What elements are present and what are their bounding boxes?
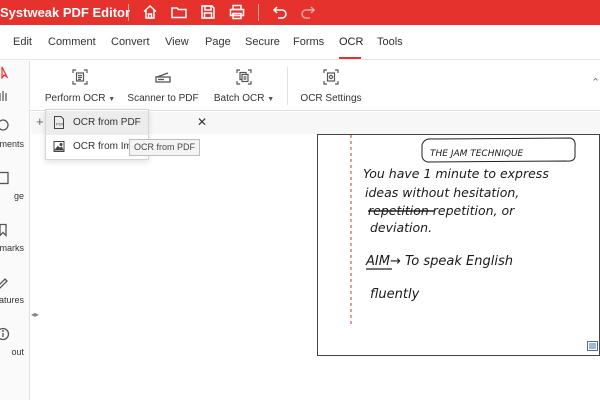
- hand-icon: [0, 89, 10, 103]
- menu-tools[interactable]: Tools: [377, 36, 403, 48]
- active-menu-indicator: [339, 57, 361, 59]
- title-separator: [128, 4, 129, 21]
- scanner-to-pdf-button[interactable]: Scanner to PDF: [124, 61, 202, 111]
- menu-secure[interactable]: Secure: [245, 36, 280, 48]
- redo-icon[interactable]: [299, 3, 317, 21]
- sidebar-item-label: ments: [0, 139, 24, 149]
- folder-icon[interactable]: [170, 3, 188, 21]
- sidebar-item-label: atures: [0, 295, 24, 305]
- app-title: Systweak PDF Editor: [0, 5, 131, 20]
- handwritten-page: THE JAM TECHNIQUE You have 1 minute to e…: [350, 135, 576, 325]
- perform-ocr-icon: [71, 68, 89, 86]
- title-separator: [258, 4, 259, 21]
- add-tab-icon[interactable]: +: [36, 114, 44, 129]
- sidebar-item-comments[interactable]: ments: [0, 117, 29, 153]
- home-icon[interactable]: [141, 3, 159, 21]
- scanner-icon: [154, 68, 172, 86]
- chevron-down-icon: ▼: [108, 96, 116, 103]
- document-page: THE JAM TECHNIQUE You have 1 minute to e…: [317, 134, 600, 356]
- title-bar: Systweak PDF Editor: [0, 0, 600, 25]
- print-icon[interactable]: [228, 3, 246, 21]
- sidebar-item-signatures[interactable]: atures: [0, 273, 29, 309]
- ocr-from-image-label: OCR from Im: [73, 141, 132, 152]
- chevron-down-icon: ▼: [267, 96, 275, 103]
- scanner-to-pdf-label: Scanner to PDF: [127, 93, 199, 104]
- image-file-icon: [53, 140, 65, 153]
- sidebar-item-about[interactable]: out: [0, 325, 29, 361]
- ocr-ribbon: Perform OCR ▼ Scanner to PDF Batch OCR ▼…: [0, 61, 600, 111]
- signature-icon: [0, 275, 10, 289]
- save-icon[interactable]: [199, 3, 217, 21]
- pdf-file-icon: PDF: [53, 116, 65, 129]
- sidebar-item-label: marks: [0, 243, 24, 253]
- doc-heading: THE JAM TECHNIQUE: [430, 149, 524, 159]
- ribbon-separator: [287, 67, 288, 105]
- info-icon: [0, 327, 10, 341]
- cursor-icon: [0, 65, 10, 79]
- batch-ocr-label: Batch OCR: [213, 93, 265, 104]
- bookmark-icon: [0, 223, 10, 237]
- sidebar-item-label: out: [11, 347, 24, 357]
- svg-text:PDF: PDF: [56, 122, 65, 127]
- ocr-from-pdf-item[interactable]: PDF OCR from PDF: [46, 111, 148, 135]
- menu-edit[interactable]: Edit: [13, 36, 32, 48]
- tooltip: OCR from PDF: [129, 139, 201, 156]
- sidebar-item-bookmarks[interactable]: marks: [0, 221, 29, 257]
- select-tool[interactable]: [0, 65, 29, 79]
- page-thumbnail-icon[interactable]: [587, 341, 598, 351]
- ocr-settings-button[interactable]: OCR Settings: [297, 61, 365, 111]
- hand-tool[interactable]: [0, 89, 29, 103]
- doc-line: ideas without hesitation,: [365, 185, 519, 200]
- menu-bar: Edit Comment Convert View Page Secure Fo…: [0, 25, 600, 60]
- panel-resize-handle[interactable]: ◂▸: [31, 310, 39, 319]
- doc-line: deviation.: [370, 220, 432, 235]
- menu-ocr[interactable]: OCR: [339, 36, 363, 48]
- comment-icon: [0, 119, 10, 133]
- batch-ocr-button[interactable]: Batch OCR ▼: [210, 61, 278, 111]
- menu-view[interactable]: View: [165, 36, 189, 48]
- page-icon: [0, 171, 10, 185]
- doc-line: AIM→ To speak English: [365, 254, 513, 269]
- menu-forms[interactable]: Forms: [293, 36, 324, 48]
- ocr-settings-label: OCR Settings: [300, 93, 362, 104]
- menu-page[interactable]: Page: [205, 36, 231, 48]
- undo-icon[interactable]: [271, 3, 289, 21]
- doc-line: fluently: [370, 287, 420, 302]
- menu-convert[interactable]: Convert: [111, 36, 150, 48]
- ocr-from-pdf-label: OCR from PDF: [73, 117, 141, 128]
- ocr-settings-icon: [322, 68, 340, 86]
- sidebar-item-label: ge: [13, 191, 24, 201]
- perform-ocr-label: Perform OCR: [44, 93, 106, 104]
- chevron-up-icon[interactable]: ⌃: [591, 76, 600, 89]
- sidebar-item-page[interactable]: ge: [0, 169, 29, 205]
- left-sidebar: ments ge marks atures out: [0, 61, 30, 400]
- menu-comment[interactable]: Comment: [48, 36, 96, 48]
- batch-ocr-icon: [235, 68, 253, 86]
- perform-ocr-button[interactable]: Perform OCR ▼: [42, 61, 118, 111]
- doc-line: You have 1 minute to express: [363, 166, 549, 181]
- close-tab-icon[interactable]: ✕: [197, 115, 207, 129]
